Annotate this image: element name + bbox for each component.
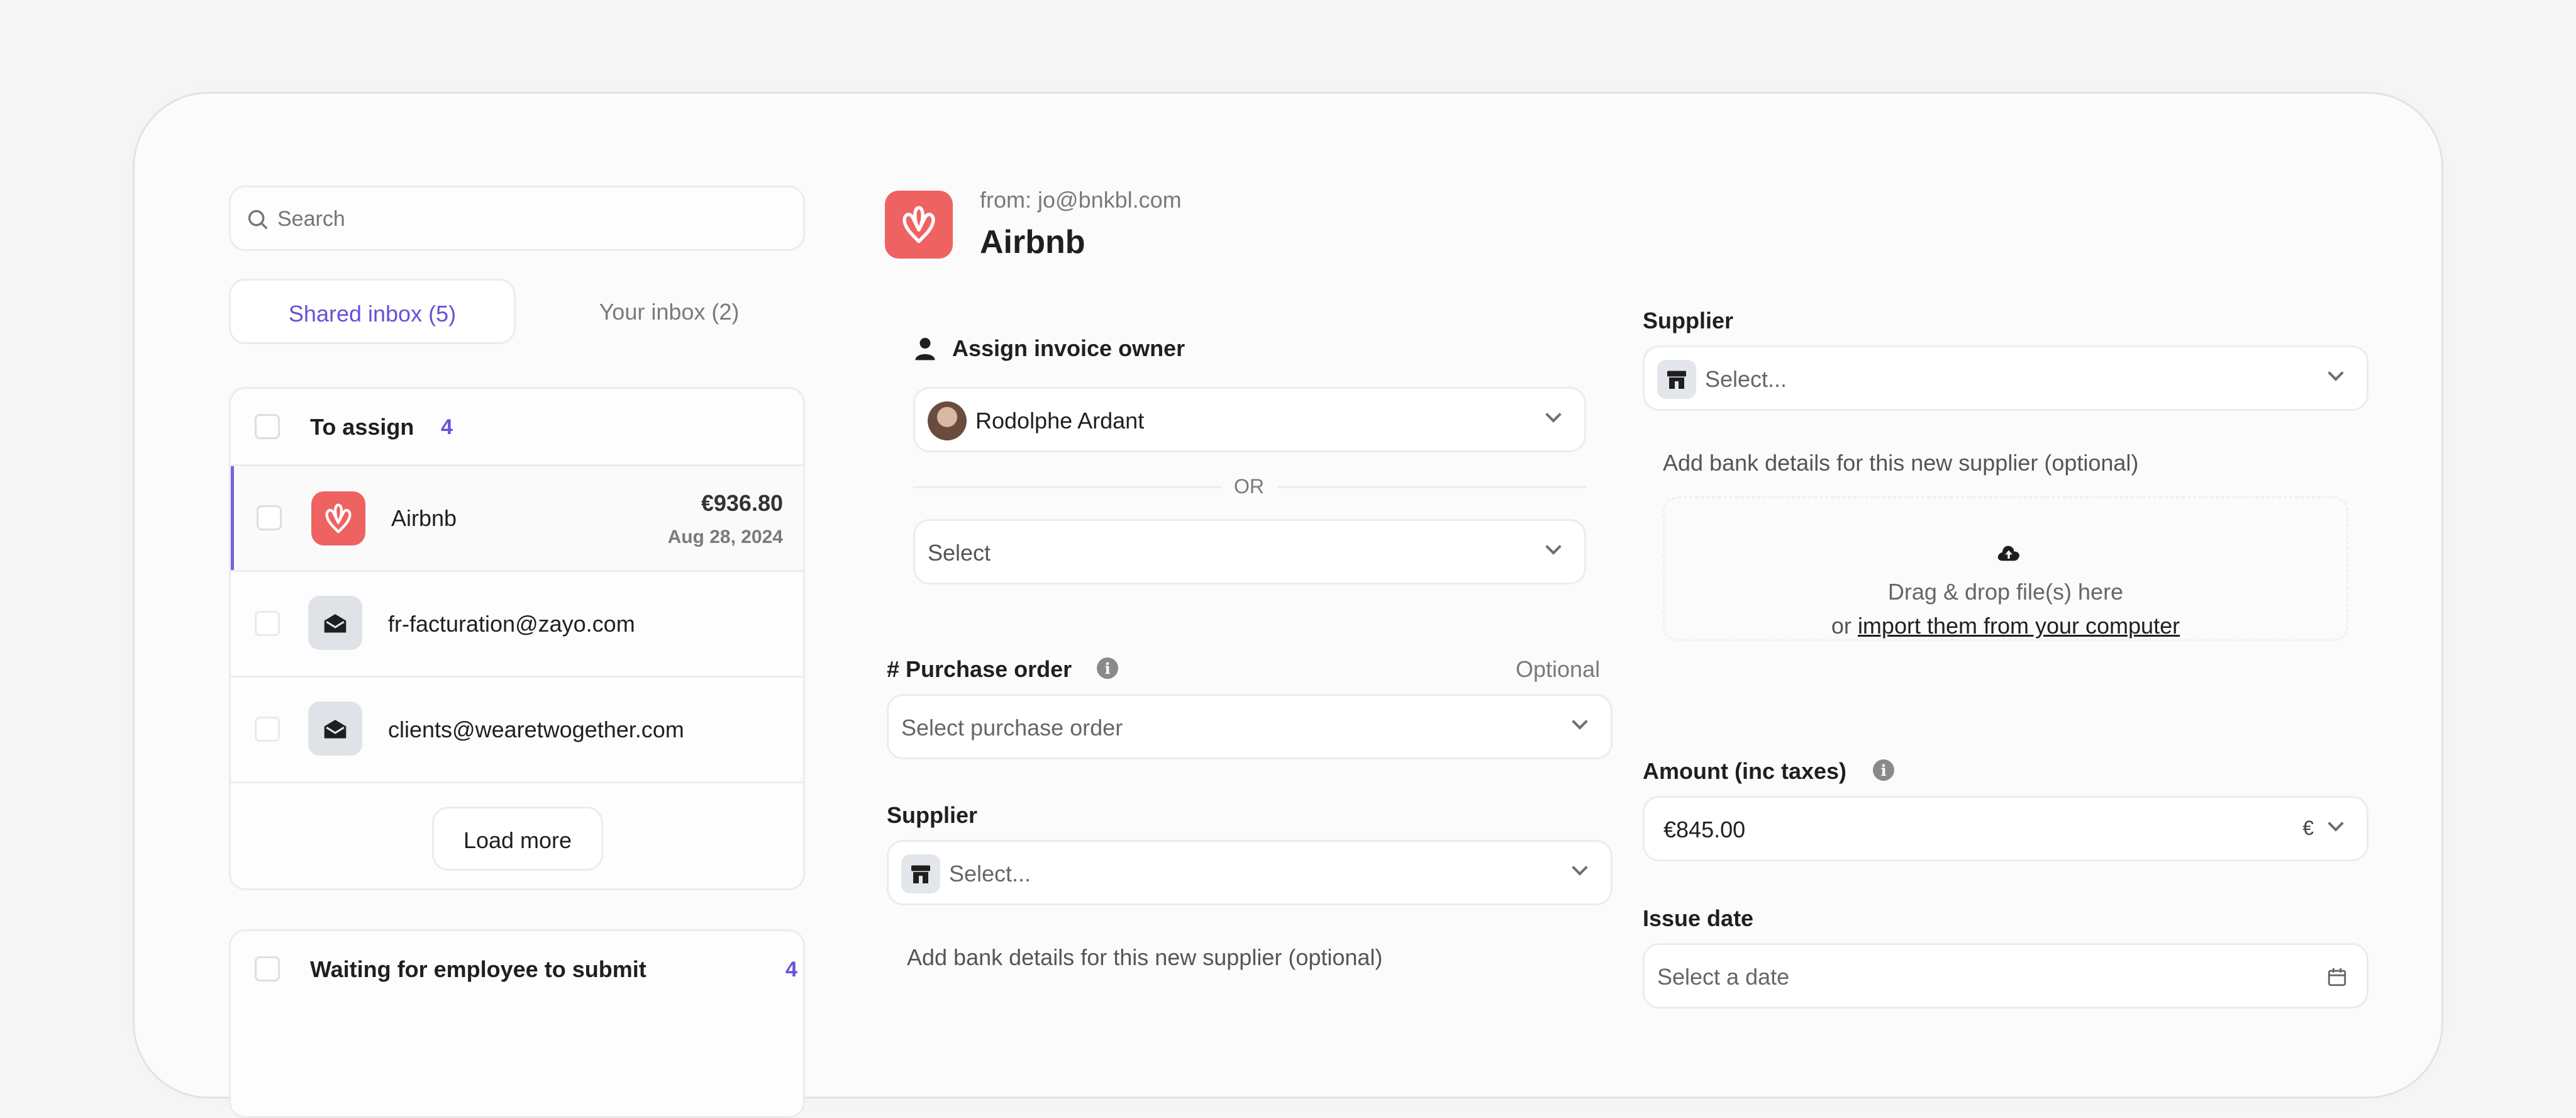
purchase-order-label: # Purchase order	[887, 656, 1072, 682]
load-more-label: Load more	[463, 827, 572, 853]
amount-input[interactable]: €845.00 €	[1643, 796, 2368, 861]
chevron-down-icon	[2328, 815, 2344, 832]
tab-shared-inbox[interactable]: Shared inbox (5)	[229, 279, 516, 344]
row-checkbox[interactable]	[255, 611, 280, 636]
waiting-panel: Waiting for employee to submit 4	[229, 929, 805, 1118]
chevron-down-icon	[1545, 539, 1562, 555]
app-window: Shared inbox (5) Your inbox (2) To assig…	[133, 92, 2443, 1118]
list-item-amount: €936.80	[701, 490, 783, 516]
dropzone-text: Drag & drop file(s) here	[1887, 579, 2124, 605]
to-assign-panel: To assign 4 Airbnb €936.80 Aug 28, 2024	[229, 387, 805, 890]
amount-value: €845.00	[1663, 817, 1746, 842]
issue-date-input[interactable]: Select a date	[1643, 943, 2368, 1009]
currency-select[interactable]: €	[2302, 817, 2314, 840]
row-checkbox[interactable]	[255, 717, 280, 742]
to-assign-count: 4	[441, 415, 453, 439]
add-bank-details-link[interactable]: Add bank details for this new supplier (…	[907, 944, 1382, 971]
mail-icon	[308, 596, 362, 650]
file-dropzone[interactable]: Drag & drop file(s) here or import them …	[1663, 496, 2348, 641]
issue-date-label: Issue date	[1643, 905, 1754, 931]
waiting-title: Waiting for employee to submit	[310, 956, 647, 982]
purchase-order-optional: Optional	[1516, 656, 1601, 682]
search-box[interactable]	[229, 186, 805, 251]
supplier-select[interactable]: Select...	[887, 840, 1613, 905]
chevron-down-icon	[1572, 859, 1588, 876]
select-all-checkbox[interactable]	[255, 956, 280, 981]
waiting-count: 4	[786, 958, 797, 981]
cloud-upload-icon	[1997, 545, 2019, 561]
invoice-title: Airbnb	[980, 224, 1085, 260]
select-all-checkbox[interactable]	[255, 414, 280, 439]
tab-your-inbox-label: Your inbox (2)	[599, 299, 740, 325]
list-item[interactable]: Airbnb €936.80 Aug 28, 2024	[231, 466, 803, 570]
tab-your-inbox[interactable]: Your inbox (2)	[526, 279, 813, 344]
mail-icon	[308, 702, 362, 756]
chevron-down-icon	[1545, 406, 1562, 423]
info-icon[interactable]: i	[1097, 657, 1118, 679]
tab-shared-inbox-label: Shared inbox (5)	[288, 301, 457, 327]
info-icon[interactable]: i	[1873, 759, 1894, 781]
add-bank-details-link[interactable]: Add bank details for this new supplier (…	[1663, 450, 2138, 476]
list-item[interactable]: clients@wearetwogether.com	[231, 678, 803, 781]
list-item-name: Airbnb	[391, 505, 457, 531]
to-assign-title: To assign	[310, 414, 414, 440]
supplier-select[interactable]: Select...	[1643, 345, 2368, 411]
list-item-name: fr-facturation@zayo.com	[388, 611, 635, 637]
row-checkbox[interactable]	[257, 505, 282, 530]
chevron-down-icon	[1572, 713, 1588, 730]
store-icon	[1657, 360, 1696, 399]
select-placeholder: Select	[928, 540, 991, 566]
owner-select[interactable]: Rodolphe Ardant	[913, 387, 1586, 452]
search-icon	[248, 210, 268, 230]
airbnb-logo	[885, 191, 953, 259]
owner-alternative-select[interactable]: Select	[913, 519, 1586, 584]
purchase-order-placeholder: Select purchase order	[901, 715, 1123, 741]
purchase-order-select[interactable]: Select purchase order	[887, 694, 1613, 759]
avatar	[928, 401, 967, 440]
sender-email: from: jo@bnkbl.com	[980, 187, 1182, 213]
import-files-link[interactable]: import them from your computer	[1858, 613, 2180, 639]
owner-name: Rodolphe Ardant	[975, 408, 1145, 433]
list-item-date: Aug 28, 2024	[667, 527, 783, 547]
load-more-button[interactable]: Load more	[432, 807, 603, 871]
airbnb-logo	[311, 491, 365, 545]
chevron-down-icon	[2328, 365, 2344, 381]
supplier-label: Supplier	[887, 802, 978, 828]
supplier-placeholder: Select...	[949, 861, 1031, 886]
or-separator: OR	[1234, 475, 1264, 498]
user-icon	[915, 338, 935, 361]
calendar-icon	[2328, 968, 2346, 987]
dropzone-or: or	[1831, 613, 1852, 639]
issue-date-placeholder: Select a date	[1657, 964, 1790, 990]
supplier-placeholder: Select...	[1705, 366, 1787, 392]
store-icon	[901, 854, 940, 893]
search-input[interactable]	[277, 201, 780, 237]
amount-label: Amount (inc taxes)	[1643, 758, 1847, 784]
assign-owner-label: Assign invoice owner	[952, 335, 1185, 361]
list-item[interactable]: fr-facturation@zayo.com	[231, 572, 803, 676]
list-item-name: clients@wearetwogether.com	[388, 717, 684, 742]
supplier-label: Supplier	[1643, 308, 1734, 333]
